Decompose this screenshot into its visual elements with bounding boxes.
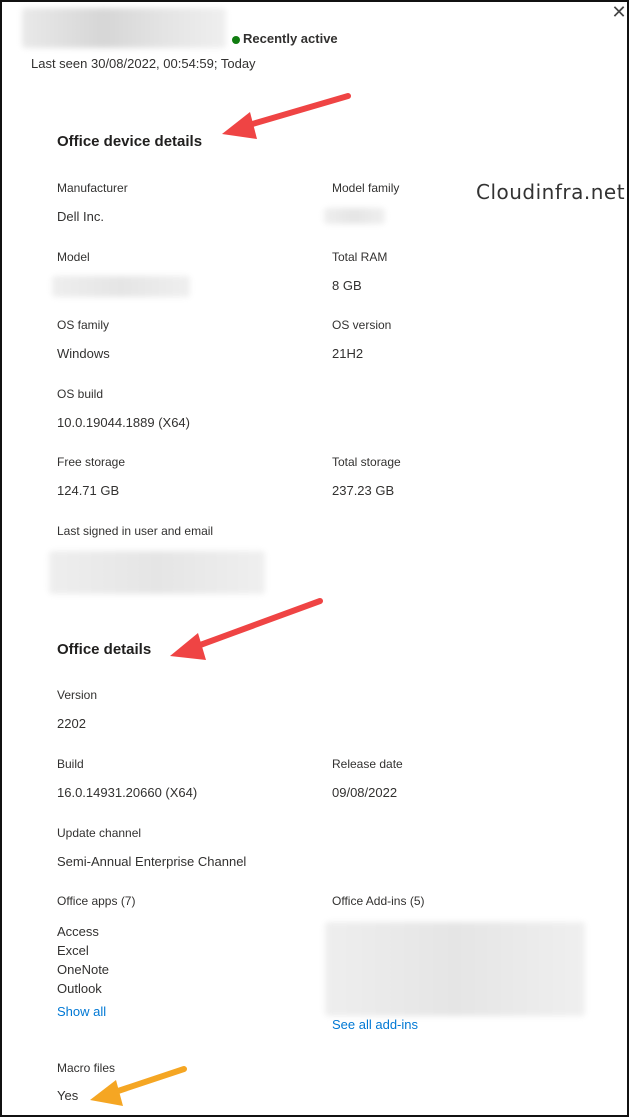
annotation-arrows	[90, 93, 351, 1106]
red-arrow-icon	[170, 598, 323, 660]
red-arrow-icon	[222, 93, 351, 139]
orange-arrow-icon	[90, 1066, 187, 1106]
